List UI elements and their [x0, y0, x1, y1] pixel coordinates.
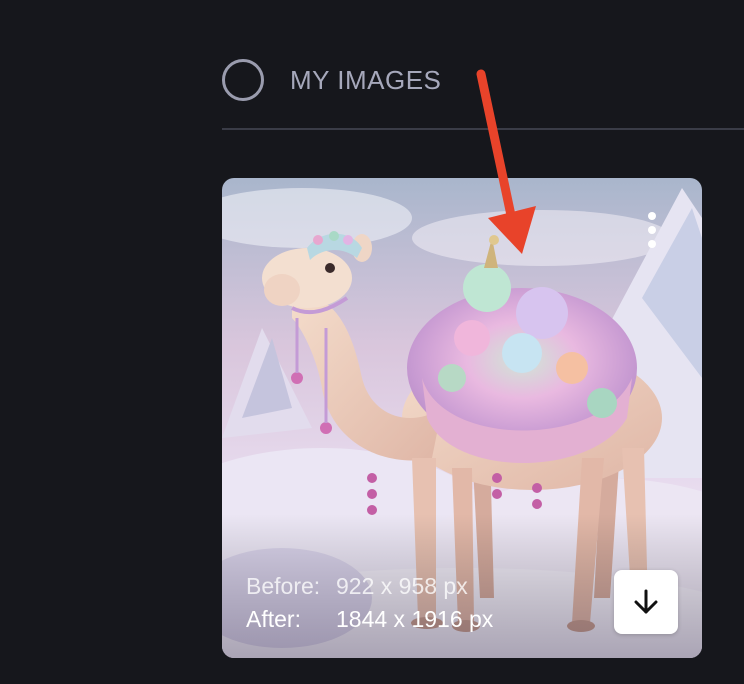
- arrow-down-icon: [634, 589, 658, 614]
- image-dimensions: Before: 922 x 958 px After: 1844 x 1916 …: [246, 570, 493, 636]
- image-menu-button[interactable]: [642, 212, 662, 248]
- page: MY IMAGES Before: 922 x 958 px After: 18…: [0, 0, 744, 684]
- after-value: 1844 x 1916 px: [336, 606, 494, 632]
- more-vertical-icon-dot: [648, 226, 656, 234]
- image-card[interactable]: Before: 922 x 958 px After: 1844 x 1916 …: [222, 178, 702, 658]
- section-header: MY IMAGES: [222, 56, 441, 104]
- download-button[interactable]: [614, 570, 678, 634]
- after-label: After:: [246, 606, 301, 632]
- more-vertical-icon-dot: [648, 240, 656, 248]
- section-title: MY IMAGES: [290, 64, 442, 95]
- select-all-checkbox[interactable]: [222, 59, 264, 101]
- after-dimensions: After: 1844 x 1916 px: [246, 603, 493, 636]
- before-value: 922 x 958 px: [336, 573, 468, 599]
- before-label: Before:: [246, 573, 321, 599]
- more-vertical-icon-dot: [648, 212, 656, 220]
- section-divider: [222, 128, 744, 130]
- before-dimensions: Before: 922 x 958 px: [246, 570, 493, 603]
